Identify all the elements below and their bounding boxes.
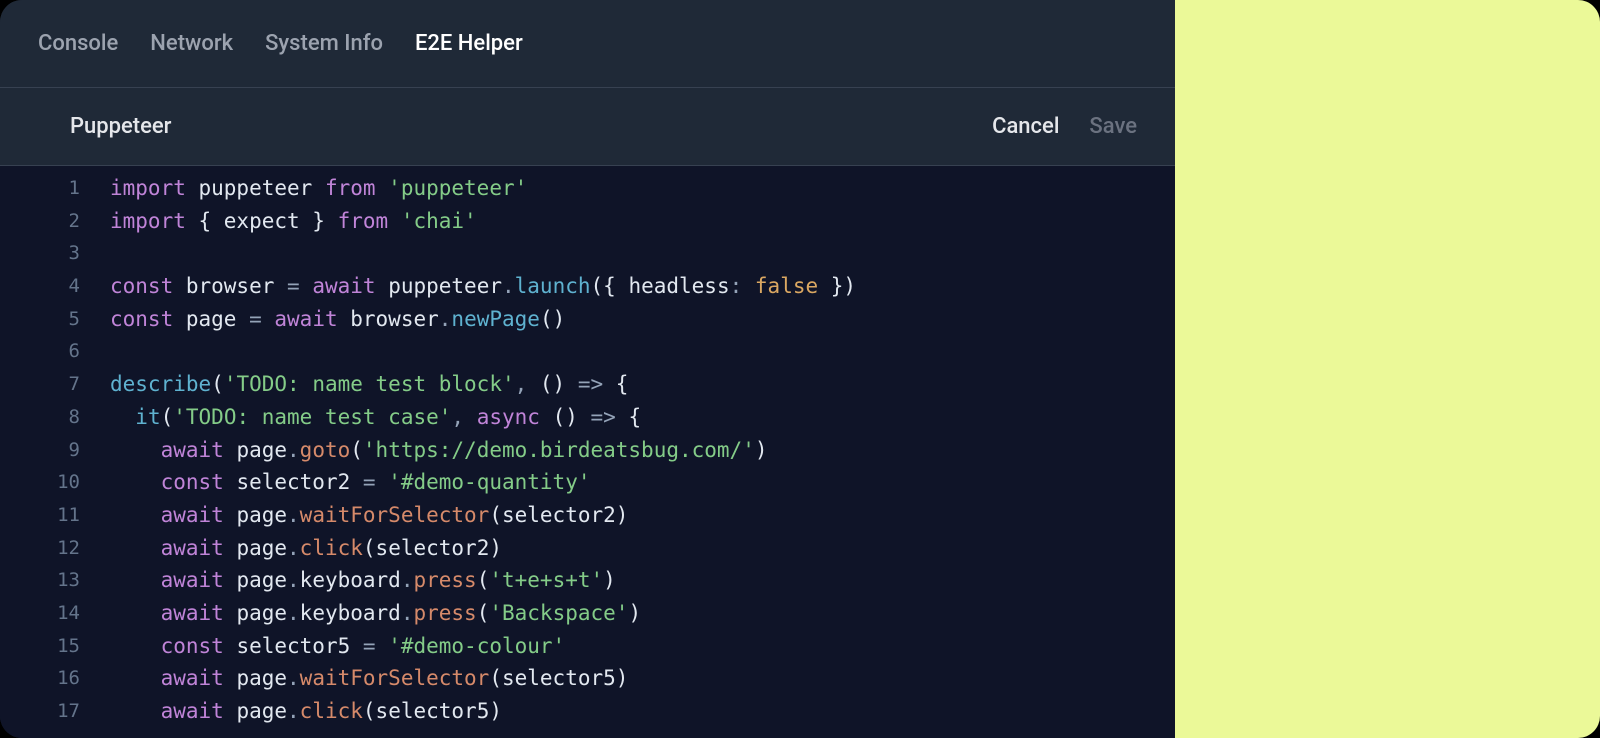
code-line: const selector5 = '#demo-colour' <box>110 630 1175 663</box>
code-line: import { expect } from 'chai' <box>110 205 1175 238</box>
tab-e2e-helper[interactable]: E2E Helper <box>415 3 523 84</box>
editor-toolbar: Puppeteer Cancel Save <box>0 88 1175 166</box>
tab-network[interactable]: Network <box>150 3 233 84</box>
toolbar-title: Puppeteer <box>70 114 171 139</box>
code-line <box>110 335 1175 368</box>
line-number: 14 <box>0 597 80 630</box>
devtools-panel: Console Network System Info E2E Helper P… <box>0 0 1175 738</box>
tab-bar: Console Network System Info E2E Helper <box>0 0 1175 88</box>
code-line: it('TODO: name test case', async () => { <box>110 401 1175 434</box>
tab-system-info[interactable]: System Info <box>265 3 383 84</box>
code-line: await page.waitForSelector(selector2) <box>110 499 1175 532</box>
line-number: 7 <box>0 368 80 401</box>
line-number: 10 <box>0 466 80 499</box>
toolbar-actions: Cancel Save <box>992 114 1137 139</box>
save-button[interactable]: Save <box>1089 114 1137 139</box>
code-line <box>110 237 1175 270</box>
line-number: 5 <box>0 303 80 336</box>
tab-console[interactable]: Console <box>38 3 118 84</box>
preview-pane <box>1175 0 1600 738</box>
code-line: await page.keyboard.press('t+e+s+t') <box>110 564 1175 597</box>
code-line: await page.click(selector5) <box>110 695 1175 728</box>
line-number: 16 <box>0 662 80 695</box>
code-line: await page.waitForSelector(selector5) <box>110 662 1175 695</box>
code-line: await page.click(selector2) <box>110 532 1175 565</box>
line-number: 1 <box>0 172 80 205</box>
line-number: 17 <box>0 695 80 728</box>
line-number: 13 <box>0 564 80 597</box>
line-number: 8 <box>0 401 80 434</box>
line-number: 3 <box>0 237 80 270</box>
code-line: describe('TODO: name test block', () => … <box>110 368 1175 401</box>
line-number: 9 <box>0 434 80 467</box>
line-gutter: 1234567891011121314151617 <box>0 166 96 738</box>
code-line: await page.keyboard.press('Backspace') <box>110 597 1175 630</box>
code-content[interactable]: import puppeteer from 'puppeteer'import … <box>96 166 1175 738</box>
code-line: await page.goto('https://demo.birdeatsbu… <box>110 434 1175 467</box>
code-line: const selector2 = '#demo-quantity' <box>110 466 1175 499</box>
line-number: 12 <box>0 532 80 565</box>
code-line: import puppeteer from 'puppeteer' <box>110 172 1175 205</box>
code-line: const page = await browser.newPage() <box>110 303 1175 336</box>
code-line: const browser = await puppeteer.launch({… <box>110 270 1175 303</box>
line-number: 11 <box>0 499 80 532</box>
code-editor[interactable]: 1234567891011121314151617 import puppete… <box>0 166 1175 738</box>
line-number: 2 <box>0 205 80 238</box>
line-number: 4 <box>0 270 80 303</box>
line-number: 6 <box>0 335 80 368</box>
line-number: 15 <box>0 630 80 663</box>
cancel-button[interactable]: Cancel <box>992 114 1059 139</box>
